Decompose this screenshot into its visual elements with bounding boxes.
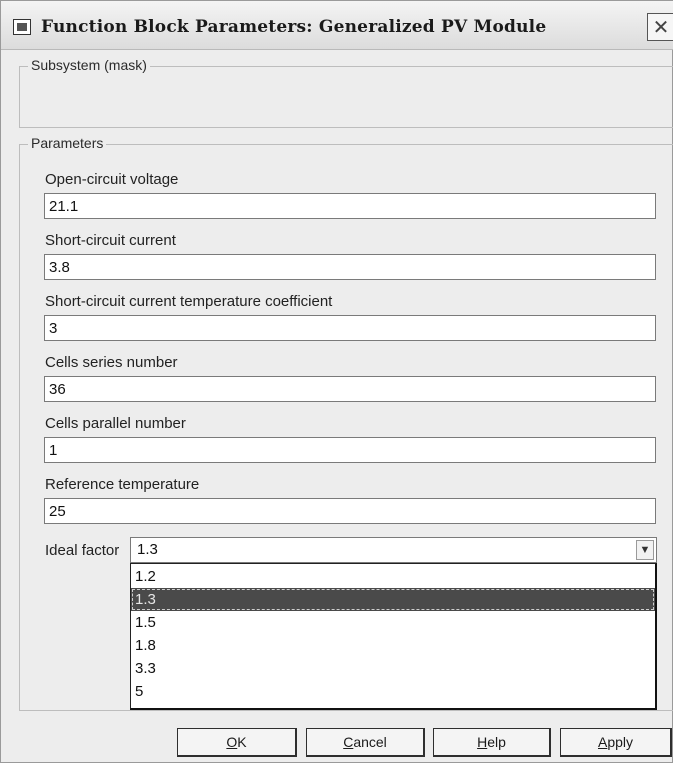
cells-series-number-field[interactable] (44, 376, 656, 402)
ideal-factor-select[interactable]: 1.3 ▼ (130, 537, 657, 563)
help-label: elp (487, 734, 506, 750)
cells-parallel-number-label: Cells parallel number (45, 415, 186, 432)
ok-mnemonic: O (226, 734, 238, 750)
title-bar[interactable]: Function Block Parameters: Generalized P… (1, 1, 673, 50)
ideal-factor-value: 1.3 (137, 541, 158, 558)
simulink-block-icon (13, 19, 31, 35)
open-circuit-voltage-label: Open-circuit voltage (45, 171, 179, 188)
parameters-group-label: Parameters (28, 135, 107, 151)
apply-button[interactable]: Apply (560, 728, 672, 757)
dialog-window: Function Block Parameters: Generalized P… (0, 0, 673, 763)
short-circuit-current-field[interactable] (44, 254, 656, 280)
dropdown-option[interactable]: 5 (131, 680, 655, 703)
window-title: Function Block Parameters: Generalized P… (41, 17, 547, 37)
cancel-label: ancel (353, 734, 387, 750)
cancel-mnemonic: C (343, 734, 354, 750)
dropdown-option[interactable]: 3.3 (131, 657, 655, 680)
ideal-factor-dropdown-list: 1.2 1.3 1.5 1.8 3.3 5 (130, 563, 657, 710)
cells-series-number-label: Cells series number (45, 354, 178, 371)
subsystem-group-label: Subsystem (mask) (28, 57, 150, 73)
open-circuit-voltage-field[interactable] (44, 193, 656, 219)
reference-temperature-field[interactable] (44, 498, 656, 524)
reference-temperature-label: Reference temperature (45, 476, 200, 493)
close-icon: ✕ (652, 15, 670, 39)
ideal-factor-label: Ideal factor (45, 542, 120, 559)
temperature-coefficient-label: Short-circuit current temperature coeffi… (45, 293, 333, 310)
dropdown-option-selected[interactable]: 1.3 (131, 588, 655, 611)
cells-parallel-number-field[interactable] (44, 437, 656, 463)
apply-mnemonic: A (597, 734, 608, 750)
dropdown-option[interactable]: 1.5 (131, 611, 655, 634)
cancel-button[interactable]: Cancel (306, 728, 425, 757)
apply-label: pply (607, 734, 634, 750)
dropdown-option[interactable]: 1.2 (131, 565, 655, 588)
ok-label: K (237, 734, 247, 750)
help-button[interactable]: Help (433, 728, 551, 757)
ok-button[interactable]: OK (177, 728, 297, 757)
close-button[interactable]: ✕ (647, 13, 673, 41)
subsystem-group: Subsystem (mask) (19, 57, 673, 128)
short-circuit-current-label: Short-circuit current (45, 232, 176, 249)
chevron-down-icon[interactable]: ▼ (636, 540, 654, 560)
help-mnemonic: H (477, 734, 488, 750)
temperature-coefficient-field[interactable] (44, 315, 656, 341)
dropdown-option[interactable]: 1.8 (131, 634, 655, 657)
